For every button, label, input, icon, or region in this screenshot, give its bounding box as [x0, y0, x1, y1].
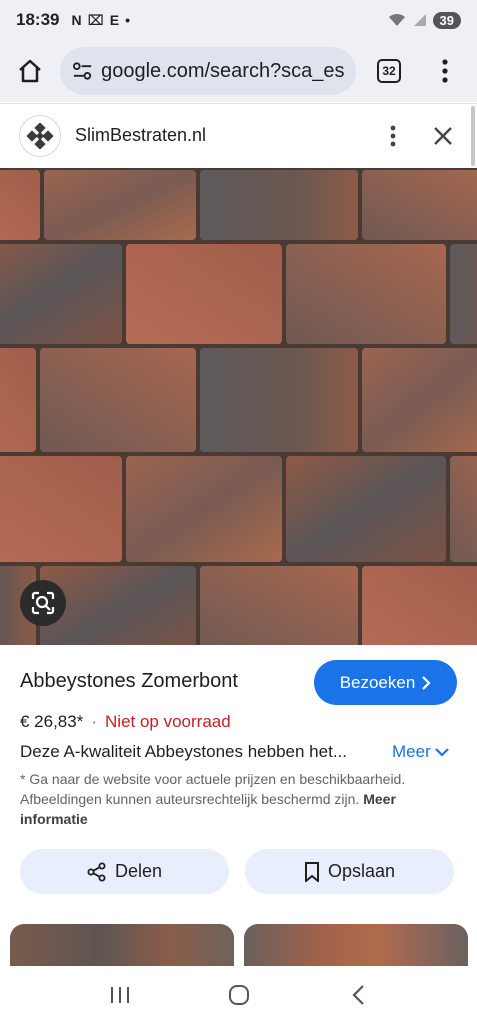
signal-icon: [413, 14, 426, 26]
notification-icon-e: E: [109, 12, 120, 28]
related-image-1[interactable]: [10, 924, 234, 966]
share-label: Delen: [114, 861, 163, 881]
site-logo-icon: [27, 122, 53, 149]
wifi-icon: [388, 13, 405, 26]
back-button[interactable]: [328, 970, 388, 1020]
status-time: 18:39: [16, 10, 60, 29]
result-header: SlimBestraten.nl: [0, 103, 477, 167]
product-price: € 26,83*: [20, 712, 84, 731]
browser-toolbar: google.com/search?sca_esv 32: [0, 40, 477, 102]
disclaimer: * Ga naar de website voor actuele prijze…: [20, 769, 440, 829]
close-button[interactable]: [413, 116, 473, 156]
more-vert-icon: [442, 59, 448, 83]
system-navigation-bar: [0, 966, 477, 1024]
tab-count: 32: [377, 59, 401, 83]
system-icons: 39: [387, 11, 461, 29]
tab-switcher-button[interactable]: 32: [358, 40, 420, 102]
home-circle-icon: [228, 985, 249, 1005]
notification-icons: N ⌧ E •: [71, 12, 130, 29]
share-button[interactable]: Delen: [20, 849, 229, 894]
google-lens-button[interactable]: [20, 580, 66, 626]
recent-apps-icon: [110, 987, 129, 1003]
more-vert-icon: [390, 125, 396, 146]
lens-icon: [31, 591, 55, 615]
scrollbar[interactable]: [471, 106, 475, 166]
back-icon: [351, 985, 364, 1005]
chevron-down-icon: [434, 748, 449, 757]
more-notifications-dot: •: [125, 12, 130, 28]
status-bar: 18:39 N ⌧ E • 39: [0, 0, 477, 40]
home-nav-button[interactable]: [209, 970, 269, 1020]
save-button[interactable]: Opslaan: [245, 849, 454, 894]
url-text: google.com/search?sca_esv: [101, 59, 344, 82]
browser-menu-button[interactable]: [420, 40, 470, 102]
visit-label: Bezoeken: [339, 672, 416, 692]
home-button[interactable]: [0, 40, 60, 102]
share-icon: [87, 862, 106, 881]
site-logo: [19, 114, 61, 157]
disclaimer-text: * Ga naar de website voor actuele prijze…: [20, 771, 406, 807]
home-icon: [19, 59, 41, 83]
more-button[interactable]: Meer: [392, 742, 449, 762]
price-row: € 26,83* · Niet op voorraad: [20, 712, 231, 732]
visit-button[interactable]: Bezoeken: [314, 660, 457, 705]
separator: ·: [91, 712, 98, 731]
more-label: Meer: [392, 742, 431, 761]
screenshot-icon: ⌧: [87, 11, 104, 28]
notification-icon-n: N: [71, 12, 82, 28]
save-label: Opslaan: [327, 861, 396, 881]
site-name[interactable]: SlimBestraten.nl: [75, 125, 206, 146]
chevron-right-icon: [422, 675, 431, 690]
battery-icon: 39: [432, 11, 461, 29]
bookmark-icon: [304, 861, 319, 882]
site-settings-icon[interactable]: [72, 61, 93, 81]
related-image-2[interactable]: [244, 924, 468, 966]
stock-status: Niet op voorraad: [105, 712, 231, 731]
product-title: Abbeystones Zomerbont: [20, 670, 238, 692]
address-bar[interactable]: google.com/search?sca_esv: [60, 47, 356, 95]
close-icon: [434, 126, 452, 145]
site-options-button[interactable]: [373, 116, 413, 156]
paving-stones-image: [0, 168, 477, 645]
recent-apps-button[interactable]: [90, 970, 150, 1020]
product-description: Deze A-kwaliteit Abbeystones hebben het.…: [20, 742, 347, 761]
product-image[interactable]: [0, 168, 477, 645]
